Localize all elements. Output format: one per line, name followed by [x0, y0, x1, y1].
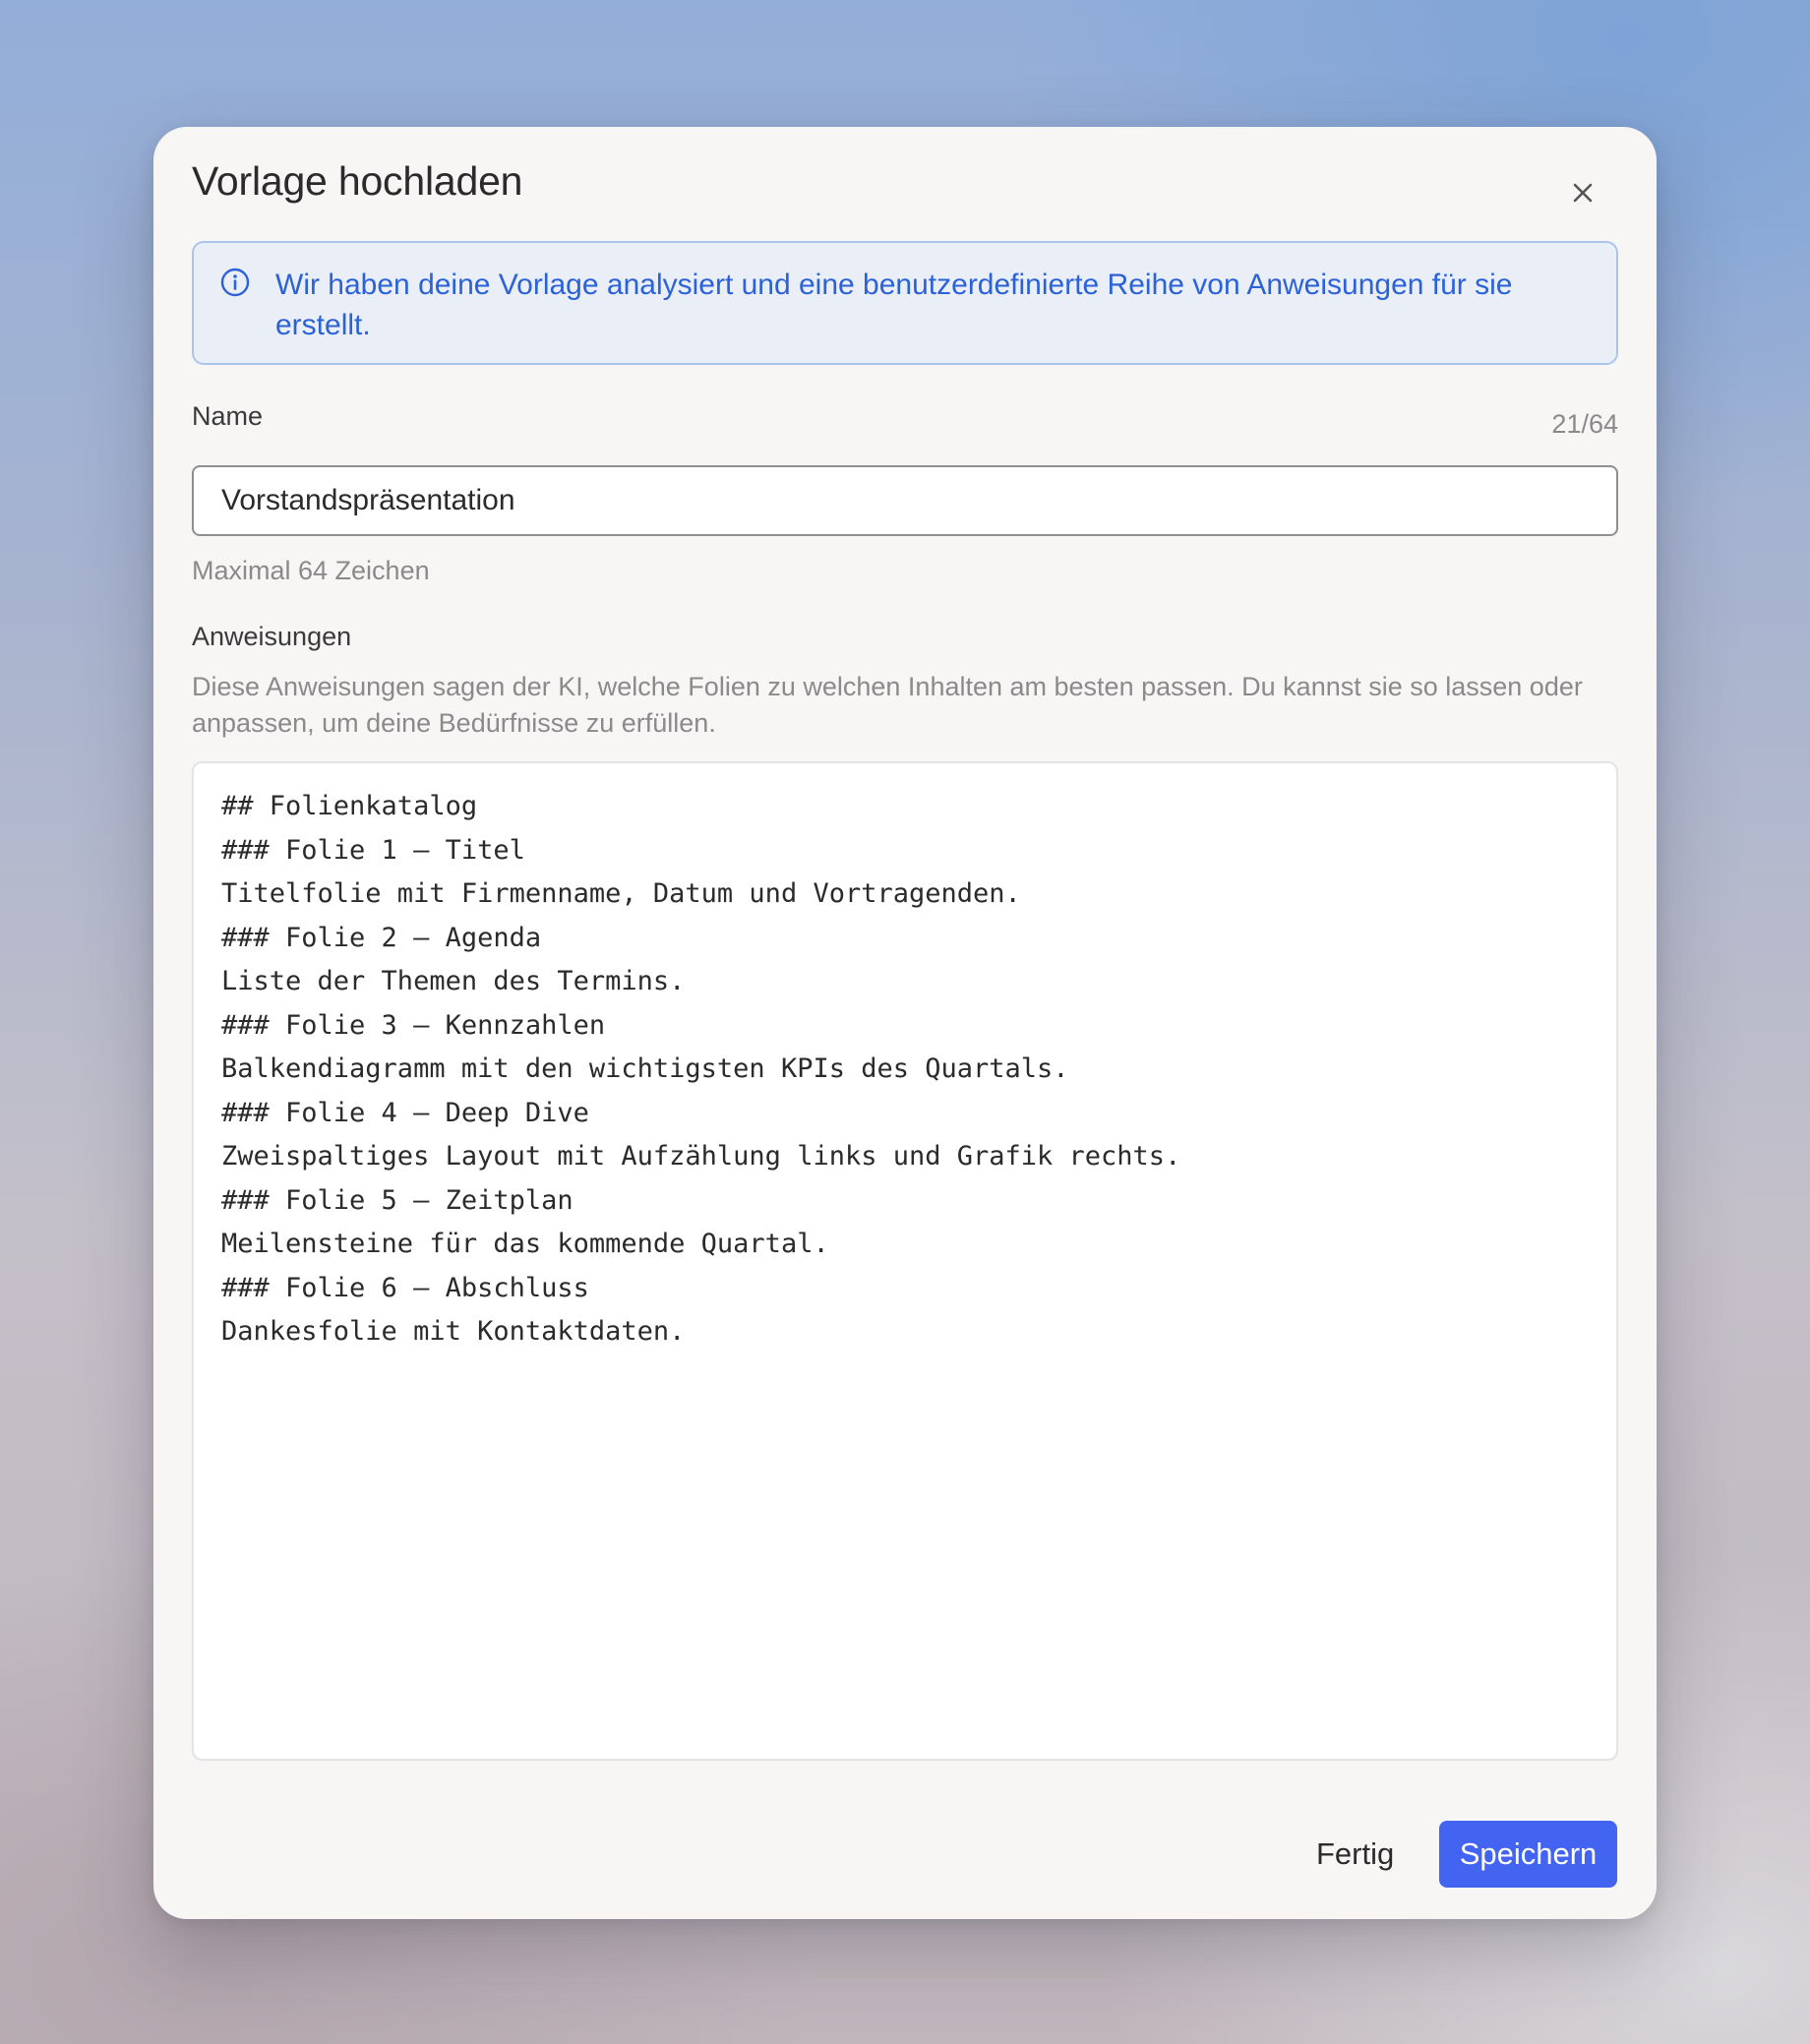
- instructions-line: ### Folie 3 — Kennzahlen: [221, 1009, 606, 1041]
- instructions-line: Meilensteine für das kommende Quartal.: [221, 1229, 829, 1259]
- instructions-line: Liste der Themen des Termins.: [221, 966, 686, 996]
- dialog-title: Vorlage hochladen: [192, 158, 523, 204]
- instructions-label: Anweisungen: [192, 622, 352, 651]
- save-button[interactable]: Speichern: [1439, 1821, 1617, 1888]
- name-char-counter: 21/64: [1551, 409, 1618, 439]
- instructions-line: ### Folie 6 — Abschluss: [221, 1272, 589, 1303]
- instructions-line: ### Folie 2 — Agenda: [221, 922, 542, 953]
- instructions-line: Balkendiagramm mit den wichtigsten KPIs …: [221, 1053, 1069, 1084]
- instructions-line: ### Folie 5 — Zeitplan: [221, 1184, 573, 1216]
- instructions-textarea[interactable]: ## Folienkatalog ### Folie 1 — Titel Tit…: [192, 761, 1618, 1761]
- name-hint: Maximal 64 Zeichen: [192, 556, 430, 585]
- upload-template-dialog: Vorlage hochladen Wir haben deine Vorlag…: [153, 127, 1657, 1919]
- name-input[interactable]: [192, 465, 1618, 536]
- instructions-line: ### Folie 1 — Titel: [221, 834, 525, 866]
- instructions-description: Diese Anweisungen sagen der KI, welche F…: [192, 672, 1583, 738]
- instructions-line: Dankesfolie mit Kontaktdaten.: [221, 1316, 686, 1347]
- info-banner: Wir haben deine Vorlage analysiert und e…: [192, 241, 1618, 365]
- instructions-line: Titelfolie mit Firmenname, Datum und Vor…: [221, 878, 1021, 909]
- instructions-line: ### Folie 4 — Deep Dive: [221, 1097, 589, 1128]
- done-button[interactable]: Fertig: [1304, 1822, 1406, 1887]
- name-label: Name: [192, 401, 264, 431]
- close-icon: [1566, 176, 1599, 210]
- close-button[interactable]: [1566, 176, 1599, 210]
- instructions-line: ## Folienkatalog: [221, 791, 478, 821]
- info-text: Wir haben deine Vorlage analysiert und e…: [275, 269, 1513, 341]
- info-circle-icon: [219, 267, 251, 298]
- instructions-line: Zweispaltiges Layout mit Aufzählung link…: [221, 1141, 1181, 1172]
